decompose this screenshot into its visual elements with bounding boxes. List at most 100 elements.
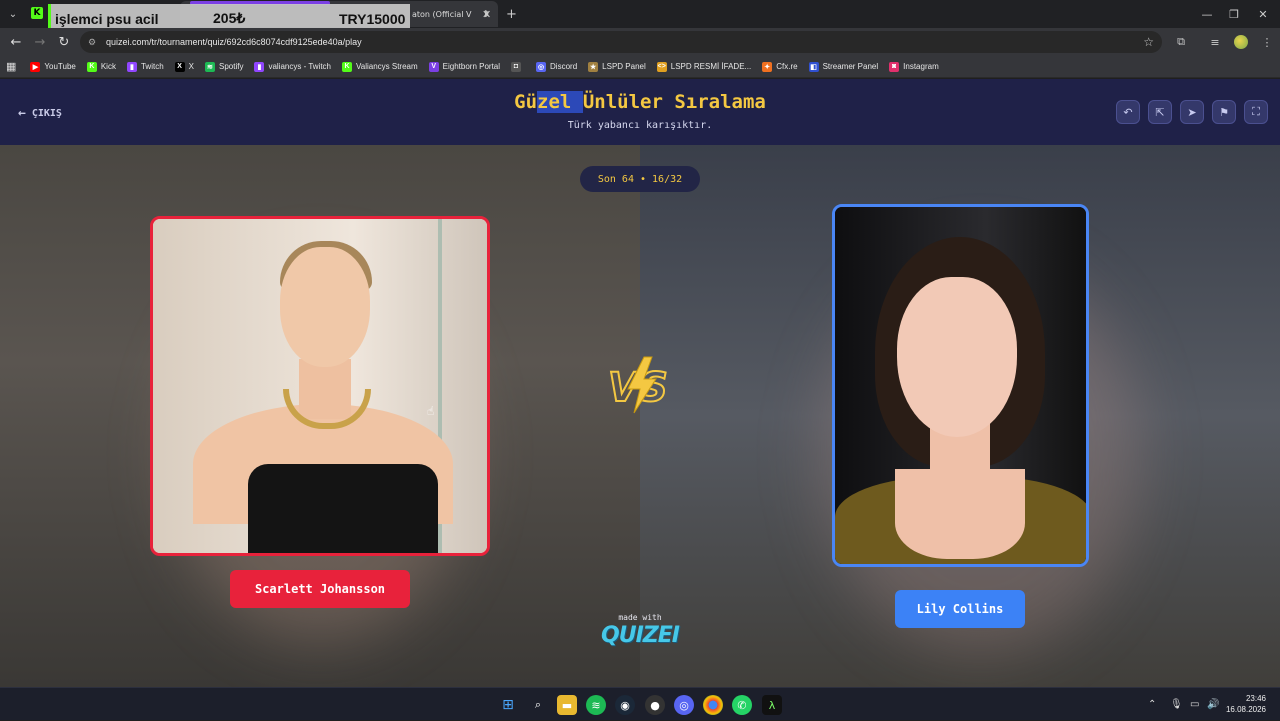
bookmark-item[interactable]: V Eightborn Portal (428, 61, 501, 72)
undo-button[interactable]: ↶ (1116, 100, 1140, 124)
title-selection: zel (537, 91, 583, 113)
bookmark-item[interactable]: ≋ Spotify (204, 61, 244, 72)
overlay-total: TRY15000 (339, 10, 406, 27)
bookmark-label: Discord (550, 62, 578, 71)
whatsapp-icon[interactable]: ✆ (732, 695, 752, 715)
app-icon[interactable]: λ (762, 695, 782, 715)
kick-icon: K (31, 7, 43, 19)
close-tab-icon[interactable]: ✕ (482, 1, 496, 27)
left-contestant-image[interactable] (150, 216, 490, 556)
bookmark-label: Spotify (218, 62, 244, 71)
spotify-icon[interactable]: ≋ (586, 695, 606, 715)
streamer-icon: ◧ (808, 61, 819, 72)
bookmark-item[interactable]: XX (174, 61, 194, 72)
clock-date: 16.08.2026 (1225, 705, 1266, 714)
network-icon[interactable]: ▭ (1190, 688, 1199, 721)
bookmark-label: Streamer Panel (822, 62, 879, 71)
bookmark-item[interactable]: K Kick (86, 61, 116, 72)
cfx-icon: ✦ (762, 61, 773, 72)
quizei-logo[interactable]: QUIZEI (580, 623, 700, 648)
overlay-price: 205₺ (213, 10, 246, 26)
reload-icon[interactable]: ↻ (52, 35, 76, 50)
microphone-icon[interactable]: 🎙 (1170, 688, 1183, 721)
tab-title: aton (Official V (412, 9, 472, 19)
profile-avatar[interactable] (1228, 28, 1254, 56)
overlay-text: işlemci psu acil (55, 10, 159, 27)
bookmark-item[interactable]: ◘ (511, 61, 525, 72)
flag-icon: ⚑ (1219, 105, 1229, 119)
round-indicator: Son 64 • 16/32 (580, 166, 700, 192)
x-icon: X (174, 61, 185, 72)
twitch-icon: ▮ (126, 61, 137, 72)
code-icon: <> (656, 61, 667, 72)
left-contestant-button[interactable]: Scarlett Johansson (230, 570, 410, 608)
url-field[interactable]: ⚙ quizei.com/tr/tournament/quiz/692cd6c8… (80, 31, 1162, 53)
bookmark-label: Instagram (903, 62, 939, 71)
extensions-icon[interactable]: ⧉ (1168, 28, 1194, 56)
github-icon[interactable]: ● (645, 695, 665, 715)
bookmark-label: Eightborn Portal (442, 62, 501, 71)
discord-icon: ◎ (536, 61, 547, 72)
report-button[interactable]: ⚑ (1212, 100, 1236, 124)
share-icon: ⇱ (1155, 105, 1165, 119)
bookmark-label: X (188, 62, 194, 71)
bookmark-label: LSPD RESMİ İFADE... (670, 62, 752, 71)
tray-chevron-icon[interactable]: ⌃ (1148, 688, 1156, 721)
fullscreen-icon: ⛶ (1252, 105, 1260, 118)
search-icon[interactable]: ⌕ (528, 695, 548, 715)
bookmark-item[interactable]: ◎ Discord (536, 61, 578, 72)
bookmark-item[interactable]: ◧ Streamer Panel (808, 61, 879, 72)
file-explorer-icon[interactable]: ▬ (557, 695, 577, 715)
share-button[interactable]: ⇱ (1148, 100, 1172, 124)
menu-icon[interactable]: ⋮ (1254, 28, 1280, 56)
bookmark-item[interactable]: ▶ YouTube (30, 61, 76, 72)
mouse-cursor-icon: ☝ (427, 404, 435, 418)
steam-icon[interactable]: ◉ (615, 695, 635, 715)
bookmark-item[interactable]: ◙ Instagram (889, 61, 939, 72)
bookmark-item[interactable]: ▮ Twitch (126, 61, 164, 72)
bookmark-item[interactable]: K Valiancys Stream (342, 61, 418, 72)
bookmark-label: YouTube (44, 62, 76, 71)
discord-icon[interactable]: ◎ (674, 695, 694, 715)
fullscreen-button[interactable]: ⛶ (1244, 100, 1268, 124)
clock-time: 23:46 (1245, 694, 1266, 703)
made-with-label: made with (618, 613, 662, 622)
send-button[interactable]: ➤ (1180, 100, 1204, 124)
chrome-icon[interactable] (703, 695, 723, 715)
apps-grid-icon[interactable]: ▦ (6, 60, 16, 73)
url-text: quizei.com/tr/tournament/quiz/692cd6c807… (106, 37, 362, 47)
bookmark-item[interactable]: ★ LSPD Panel (588, 61, 646, 72)
back-icon[interactable]: ← (4, 35, 28, 50)
bookmarks-bar: ▦ ▶ YouTube K Kick ▮ Twitch X X ≋ Spotify ▮ valianc… (0, 56, 1280, 78)
instagram-icon: ◙ (889, 61, 900, 72)
quiz-page: ← ÇIKIŞ Güzel Ünlüler Sıralama Türk yaba… (0, 79, 1280, 687)
spotify-icon: ≋ (204, 61, 215, 72)
address-bar-row: ← → ↻ ⚙ quizei.com/tr/tournament/quiz/69… (0, 28, 1280, 56)
volume-icon[interactable]: 🔊 (1207, 688, 1219, 721)
tab-search-icon[interactable]: ⌄ (0, 0, 26, 28)
kick-icon: K (342, 61, 352, 72)
new-tab-button[interactable]: + (506, 1, 520, 27)
bookmark-item[interactable]: ✦ Cfx.re (762, 61, 798, 72)
undo-icon: ↶ (1123, 105, 1133, 119)
reading-list-icon[interactable]: ≡ (1202, 28, 1228, 56)
site-info-icon[interactable]: ⚙ (88, 37, 96, 48)
bookmark-item[interactable]: <> LSPD RESMİ İFADE... (656, 61, 752, 72)
bookmark-label: Kick (100, 62, 116, 71)
send-icon: ➤ (1187, 105, 1197, 119)
bookmark-label: Twitch (140, 62, 164, 71)
forward-icon[interactable]: → (28, 35, 52, 50)
right-contestant-image[interactable] (832, 204, 1089, 567)
youtube-icon: ▶ (30, 61, 41, 72)
close-window-icon[interactable]: ✕ (1246, 0, 1280, 28)
clock[interactable]: 23:46 16.08.2026 (1226, 693, 1266, 715)
quiz-subtitle: Türk yabancı karışıktır. (567, 120, 713, 131)
windows-taskbar: ⊞ ⌕ ▬ ≋ ◉ ● ◎ ✆ λ ⌃ 🎙 ▭ 🔊 23:46 16.08.20… (0, 687, 1280, 720)
vs-lightning-icon: VS (607, 356, 669, 414)
twitch-icon: ▮ (254, 61, 265, 72)
bookmark-item[interactable]: ▮ valiancys - Twitch (254, 61, 331, 72)
bookmark-star-icon[interactable]: ☆ (1143, 35, 1154, 49)
right-contestant-button[interactable]: Lily Collins (895, 590, 1025, 628)
bookmark-label: Valiancys Stream (356, 62, 418, 71)
start-icon[interactable]: ⊞ (498, 695, 518, 715)
